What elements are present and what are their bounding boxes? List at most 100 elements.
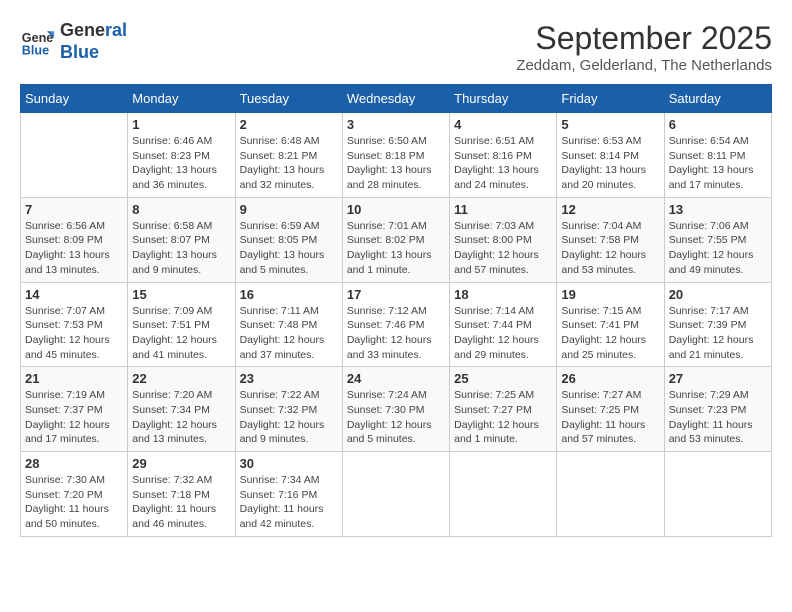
title-block: September 2025 Zeddam, Gelderland, The N… [516, 20, 772, 74]
calendar-cell: 27 Sunrise: 7:29 AM Sunset: 7:23 PM Dayli… [664, 367, 771, 452]
day-info: Sunrise: 7:30 AM Sunset: 7:20 PM Dayligh… [25, 473, 123, 532]
day-info: Sunrise: 7:06 AM Sunset: 7:55 PM Dayligh… [669, 219, 767, 278]
calendar-cell: 18 Sunrise: 7:14 AM Sunset: 7:44 PM Dayli… [450, 282, 557, 367]
calendar-cell: 10 Sunrise: 7:01 AM Sunset: 8:02 PM Dayli… [342, 197, 449, 282]
logo: Gene Blue General Blue [20, 20, 127, 63]
day-number: 9 [240, 202, 338, 217]
day-info: Sunrise: 7:15 AM Sunset: 7:41 PM Dayligh… [561, 304, 659, 363]
calendar-cell: 14 Sunrise: 7:07 AM Sunset: 7:53 PM Dayli… [21, 282, 128, 367]
calendar-cell: 8 Sunrise: 6:58 AM Sunset: 8:07 PM Daylig… [128, 197, 235, 282]
weekday-header-saturday: Saturday [664, 85, 771, 113]
calendar-cell [342, 452, 449, 537]
day-info: Sunrise: 6:50 AM Sunset: 8:18 PM Dayligh… [347, 134, 445, 193]
day-info: Sunrise: 6:58 AM Sunset: 8:07 PM Dayligh… [132, 219, 230, 278]
day-number: 29 [132, 456, 230, 471]
calendar-cell [557, 452, 664, 537]
day-number: 24 [347, 371, 445, 386]
calendar-cell: 24 Sunrise: 7:24 AM Sunset: 7:30 PM Dayli… [342, 367, 449, 452]
day-info: Sunrise: 7:20 AM Sunset: 7:34 PM Dayligh… [132, 388, 230, 447]
weekday-header-monday: Monday [128, 85, 235, 113]
day-info: Sunrise: 7:01 AM Sunset: 8:02 PM Dayligh… [347, 219, 445, 278]
weekday-header-friday: Friday [557, 85, 664, 113]
calendar-cell: 25 Sunrise: 7:25 AM Sunset: 7:27 PM Dayli… [450, 367, 557, 452]
day-number: 7 [25, 202, 123, 217]
calendar-cell: 29 Sunrise: 7:32 AM Sunset: 7:18 PM Dayli… [128, 452, 235, 537]
day-number: 22 [132, 371, 230, 386]
day-number: 30 [240, 456, 338, 471]
calendar-cell: 19 Sunrise: 7:15 AM Sunset: 7:41 PM Dayli… [557, 282, 664, 367]
calendar-cell: 7Sunrise: 6:56 AM Sunset: 8:09 PM Daylig… [21, 197, 128, 282]
day-number: 15 [132, 287, 230, 302]
day-number: 18 [454, 287, 552, 302]
calendar-cell: 30 Sunrise: 7:34 AM Sunset: 7:16 PM Dayli… [235, 452, 342, 537]
weekday-header-row: SundayMondayTuesdayWednesdayThursdayFrid… [21, 85, 772, 113]
day-info: Sunrise: 6:46 AM Sunset: 8:23 PM Dayligh… [132, 134, 230, 193]
calendar-cell: 2 Sunrise: 6:48 AM Sunset: 8:21 PM Daylig… [235, 113, 342, 198]
day-info: Sunrise: 7:34 AM Sunset: 7:16 PM Dayligh… [240, 473, 338, 532]
calendar-table: SundayMondayTuesdayWednesdayThursdayFrid… [20, 84, 772, 537]
calendar-cell: 5 Sunrise: 6:53 AM Sunset: 8:14 PM Daylig… [557, 113, 664, 198]
day-info: Sunrise: 7:29 AM Sunset: 7:23 PM Dayligh… [669, 388, 767, 447]
day-number: 5 [561, 117, 659, 132]
calendar-cell [664, 452, 771, 537]
logo-text: General Blue [60, 20, 127, 63]
calendar-cell: 12Sunrise: 7:04 AM Sunset: 7:58 PM Dayli… [557, 197, 664, 282]
calendar-cell: 28Sunrise: 7:30 AM Sunset: 7:20 PM Dayli… [21, 452, 128, 537]
svg-text:Blue: Blue [22, 43, 49, 57]
day-number: 10 [347, 202, 445, 217]
day-info: Sunrise: 7:07 AM Sunset: 7:53 PM Dayligh… [25, 304, 123, 363]
calendar-cell: 9 Sunrise: 6:59 AM Sunset: 8:05 PM Daylig… [235, 197, 342, 282]
calendar-cell: 13 Sunrise: 7:06 AM Sunset: 7:55 PM Dayli… [664, 197, 771, 282]
day-number: 21 [25, 371, 123, 386]
location-subtitle: Zeddam, Gelderland, The Netherlands [516, 57, 772, 74]
day-info: Sunrise: 7:25 AM Sunset: 7:27 PM Dayligh… [454, 388, 552, 447]
weekday-header-thursday: Thursday [450, 85, 557, 113]
calendar-cell: 4 Sunrise: 6:51 AM Sunset: 8:16 PM Daylig… [450, 113, 557, 198]
calendar-cell: 11 Sunrise: 7:03 AM Sunset: 8:00 PM Dayli… [450, 197, 557, 282]
day-info: Sunrise: 7:03 AM Sunset: 8:00 PM Dayligh… [454, 219, 552, 278]
day-info: Sunrise: 7:22 AM Sunset: 7:32 PM Dayligh… [240, 388, 338, 447]
day-number: 13 [669, 202, 767, 217]
day-number: 26 [561, 371, 659, 386]
day-number: 17 [347, 287, 445, 302]
day-info: Sunrise: 6:51 AM Sunset: 8:16 PM Dayligh… [454, 134, 552, 193]
calendar-cell [450, 452, 557, 537]
week-row-2: 7Sunrise: 6:56 AM Sunset: 8:09 PM Daylig… [21, 197, 772, 282]
day-number: 19 [561, 287, 659, 302]
day-info: Sunrise: 6:53 AM Sunset: 8:14 PM Dayligh… [561, 134, 659, 193]
day-info: Sunrise: 7:24 AM Sunset: 7:30 PM Dayligh… [347, 388, 445, 447]
day-info: Sunrise: 7:19 AM Sunset: 7:37 PM Dayligh… [25, 388, 123, 447]
page-header: Gene Blue General Blue September 2025 Ze… [20, 20, 772, 74]
calendar-cell: 6Sunrise: 6:54 AM Sunset: 8:11 PM Daylig… [664, 113, 771, 198]
day-info: Sunrise: 7:11 AM Sunset: 7:48 PM Dayligh… [240, 304, 338, 363]
day-info: Sunrise: 7:14 AM Sunset: 7:44 PM Dayligh… [454, 304, 552, 363]
day-info: Sunrise: 7:17 AM Sunset: 7:39 PM Dayligh… [669, 304, 767, 363]
day-info: Sunrise: 6:48 AM Sunset: 8:21 PM Dayligh… [240, 134, 338, 193]
day-number: 4 [454, 117, 552, 132]
week-row-4: 21 Sunrise: 7:19 AM Sunset: 7:37 PM Dayli… [21, 367, 772, 452]
week-row-1: 1Sunrise: 6:46 AM Sunset: 8:23 PM Daylig… [21, 113, 772, 198]
day-info: Sunrise: 7:32 AM Sunset: 7:18 PM Dayligh… [132, 473, 230, 532]
day-number: 8 [132, 202, 230, 217]
week-row-5: 28Sunrise: 7:30 AM Sunset: 7:20 PM Dayli… [21, 452, 772, 537]
day-number: 11 [454, 202, 552, 217]
calendar-cell: 1Sunrise: 6:46 AM Sunset: 8:23 PM Daylig… [128, 113, 235, 198]
calendar-cell: 26 Sunrise: 7:27 AM Sunset: 7:25 PM Dayli… [557, 367, 664, 452]
calendar-cell: 21 Sunrise: 7:19 AM Sunset: 7:37 PM Dayli… [21, 367, 128, 452]
day-number: 14 [25, 287, 123, 302]
day-number: 3 [347, 117, 445, 132]
calendar-cell [21, 113, 128, 198]
calendar-cell: 23Sunrise: 7:22 AM Sunset: 7:32 PM Dayli… [235, 367, 342, 452]
day-info: Sunrise: 7:09 AM Sunset: 7:51 PM Dayligh… [132, 304, 230, 363]
day-number: 27 [669, 371, 767, 386]
day-info: Sunrise: 7:27 AM Sunset: 7:25 PM Dayligh… [561, 388, 659, 447]
weekday-header-tuesday: Tuesday [235, 85, 342, 113]
day-number: 25 [454, 371, 552, 386]
day-number: 6 [669, 117, 767, 132]
day-number: 2 [240, 117, 338, 132]
calendar-cell: 20Sunrise: 7:17 AM Sunset: 7:39 PM Dayli… [664, 282, 771, 367]
logo-icon: Gene Blue [20, 24, 56, 60]
calendar-cell: 17Sunrise: 7:12 AM Sunset: 7:46 PM Dayli… [342, 282, 449, 367]
day-info: Sunrise: 6:59 AM Sunset: 8:05 PM Dayligh… [240, 219, 338, 278]
month-title: September 2025 [516, 20, 772, 57]
